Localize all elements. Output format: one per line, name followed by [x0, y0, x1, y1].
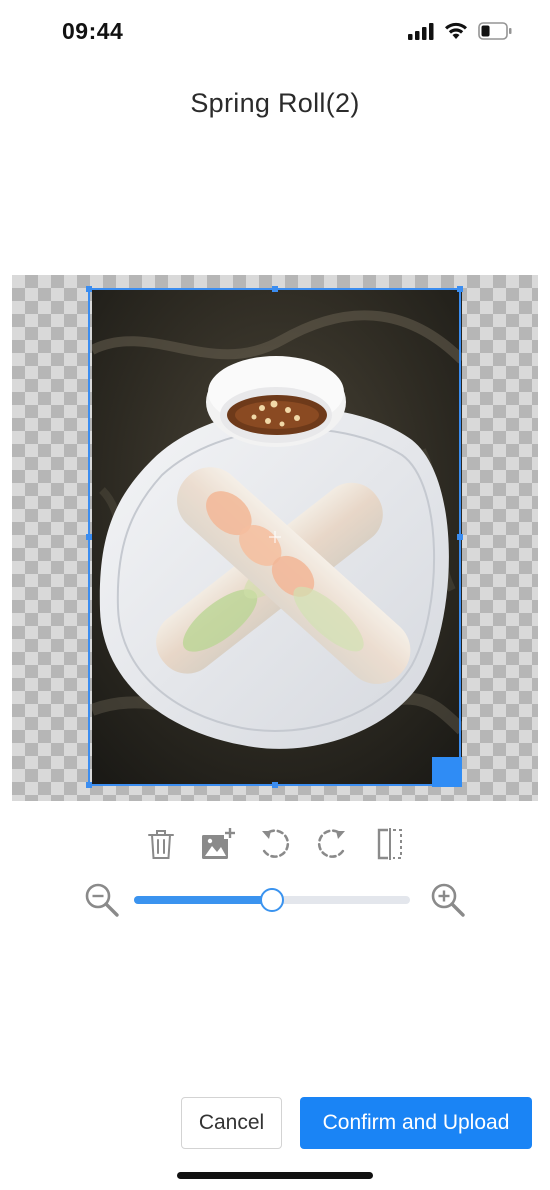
- status-bar: 09:44: [0, 0, 550, 64]
- crop-handle-bottom[interactable]: [272, 782, 278, 788]
- zoom-out-icon[interactable]: [82, 880, 122, 920]
- zoom-control: [0, 878, 550, 922]
- add-image-icon[interactable]: [198, 822, 238, 866]
- trash-icon[interactable]: [141, 822, 181, 866]
- crop-handle-left[interactable]: [86, 534, 92, 540]
- status-time: 09:44: [62, 18, 124, 44]
- zoom-slider-thumb[interactable]: [260, 888, 284, 912]
- crop-resize-handle[interactable]: [432, 757, 462, 787]
- status-icons: [408, 22, 512, 45]
- crop-handle-bottom-left[interactable]: [86, 782, 92, 788]
- battery-icon: [478, 22, 512, 45]
- crop-handle-right[interactable]: [457, 534, 463, 540]
- wifi-icon: [444, 22, 468, 45]
- rotate-left-icon[interactable]: [255, 822, 295, 866]
- crop-handle-top[interactable]: [272, 286, 278, 292]
- editor-toolbar: [0, 822, 550, 868]
- crop-center-icon: [268, 530, 282, 544]
- signal-icon: [408, 22, 434, 45]
- zoom-slider[interactable]: [134, 888, 410, 912]
- zoom-slider-fill: [134, 896, 272, 904]
- battery-fill: [481, 25, 490, 37]
- confirm-upload-button[interactable]: Confirm and Upload: [300, 1097, 532, 1149]
- cancel-button[interactable]: Cancel: [181, 1097, 282, 1149]
- crop-handle-top-right[interactable]: [457, 286, 463, 292]
- home-indicator: [177, 1172, 373, 1179]
- crop-frame[interactable]: [86, 286, 463, 788]
- flip-horizontal-icon[interactable]: [370, 822, 410, 866]
- rotate-right-icon[interactable]: [312, 822, 352, 866]
- zoom-in-icon[interactable]: [428, 880, 468, 920]
- page-title: Spring Roll(2): [190, 88, 360, 118]
- crop-handle-top-left[interactable]: [86, 286, 92, 292]
